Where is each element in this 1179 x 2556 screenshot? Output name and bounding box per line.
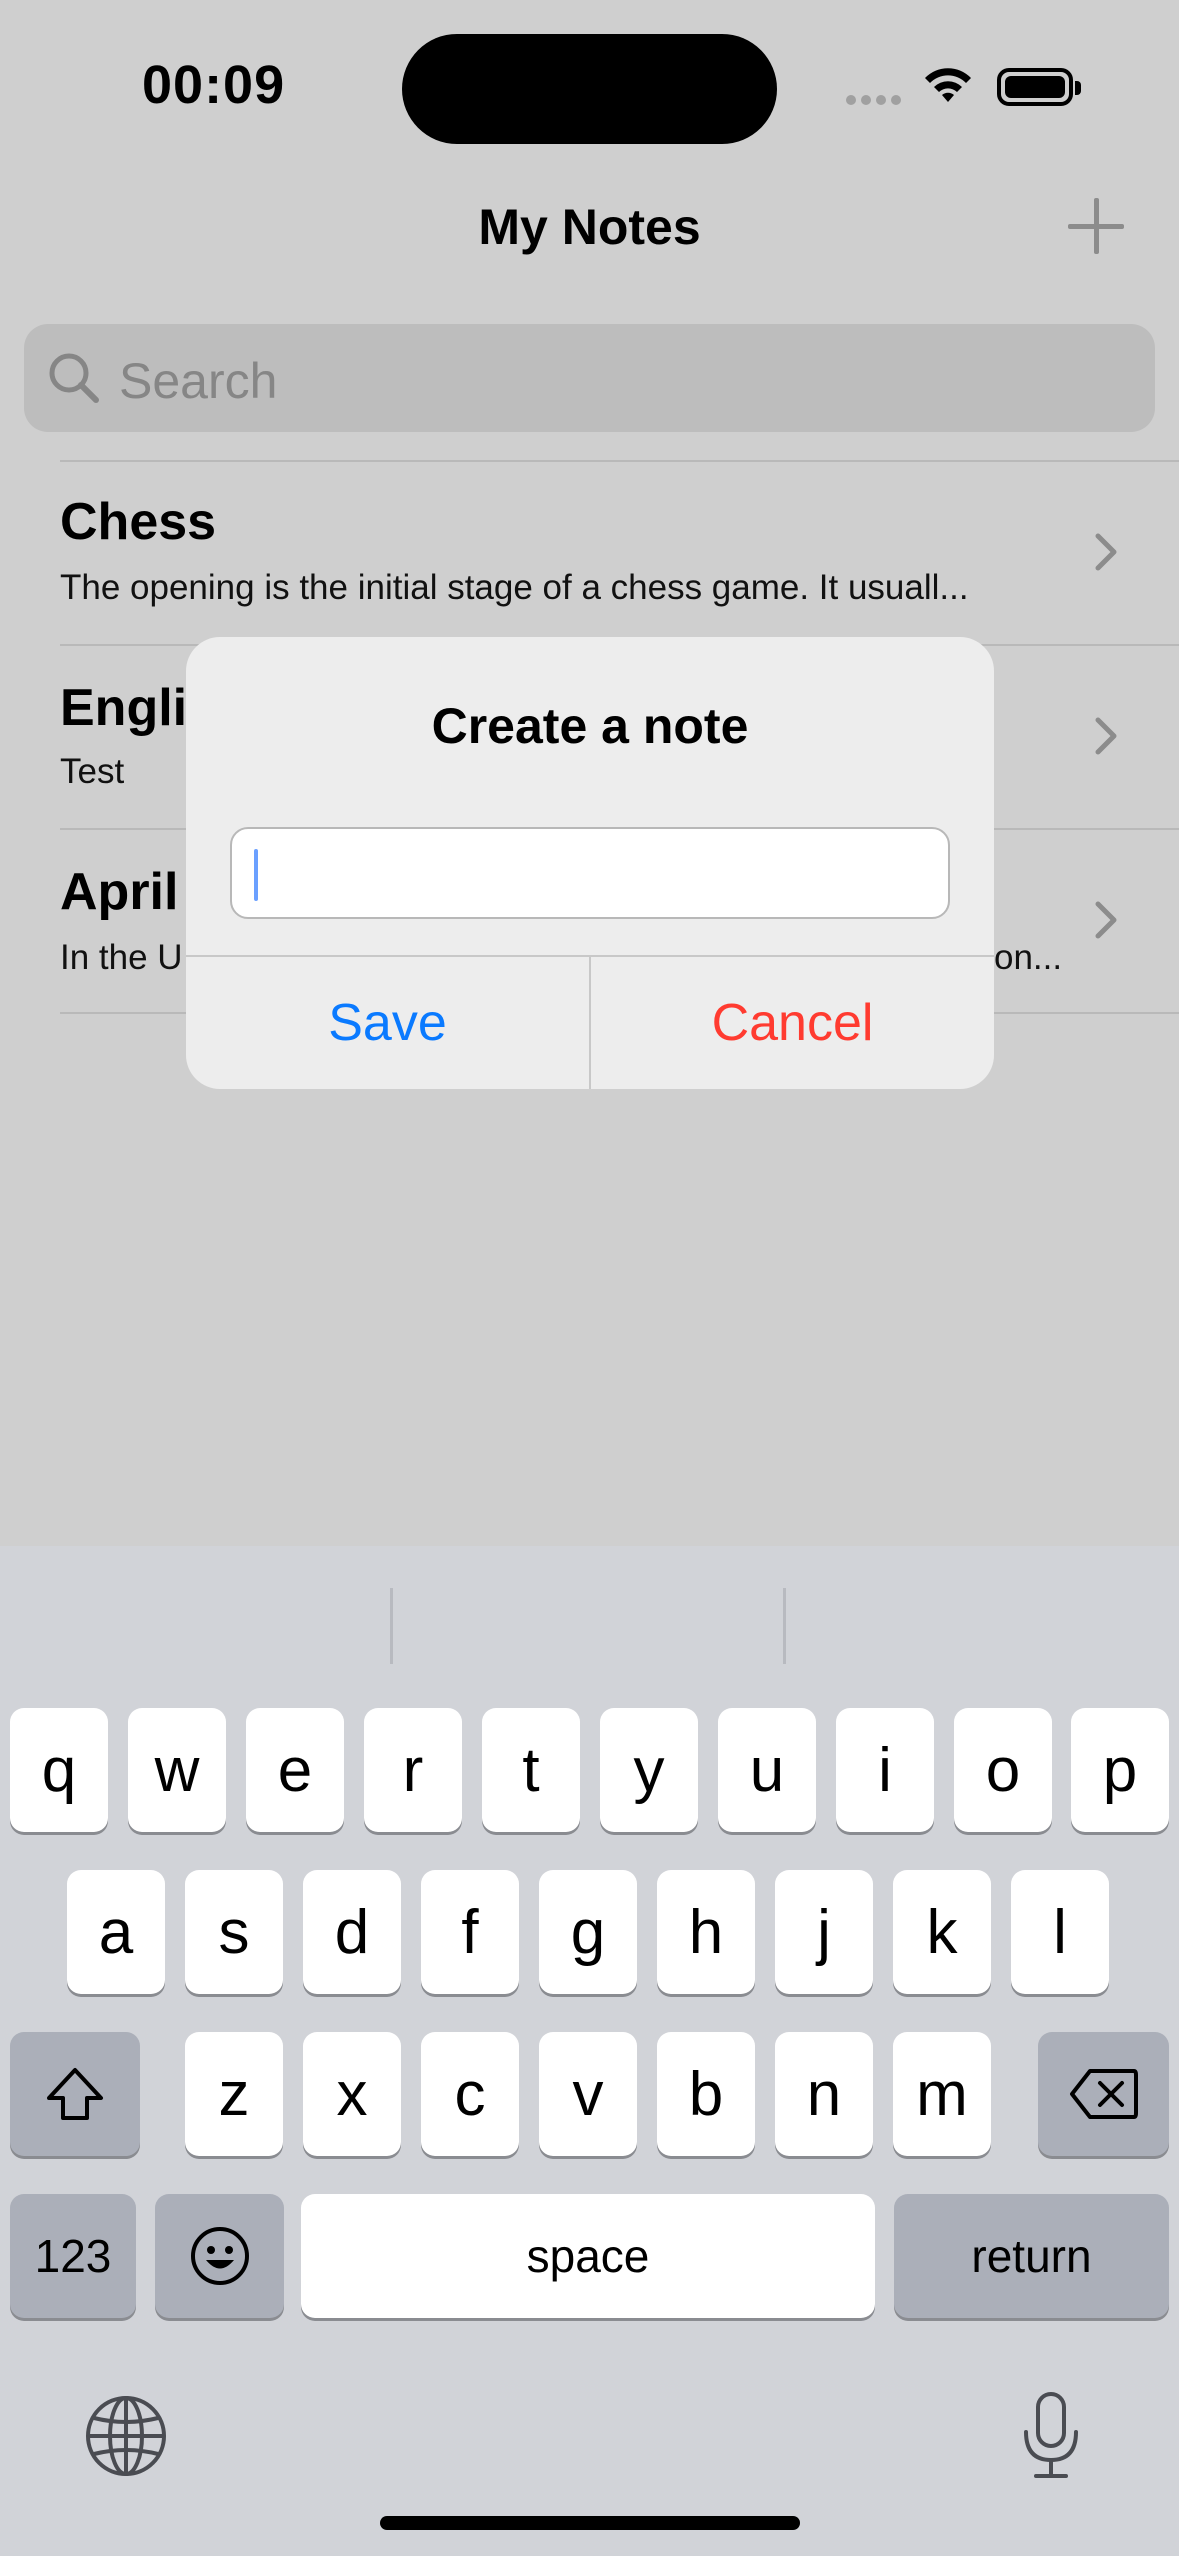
dialog-title: Create a note <box>431 698 749 754</box>
save-button[interactable]: Save <box>186 957 589 1089</box>
note-subtitle: Test <box>60 752 125 791</box>
key-p[interactable]: p <box>1071 1708 1169 1832</box>
note-subtitle: The opening is the initial stage of a ch… <box>60 568 969 607</box>
list-item[interactable]: Chess The opening is the initial stage o… <box>0 462 1179 644</box>
note-title: Chess <box>60 493 217 551</box>
dynamic-island <box>402 34 777 144</box>
key-j[interactable]: j <box>775 1870 873 1994</box>
status-time: 00:09 <box>142 55 286 115</box>
key-s[interactable]: s <box>185 1870 283 1994</box>
wifi-icon <box>922 66 974 111</box>
key-f[interactable]: f <box>421 1870 519 1994</box>
key-c[interactable]: c <box>421 2032 519 2156</box>
delete-key[interactable] <box>1038 2032 1169 2156</box>
key-a[interactable]: a <box>67 1870 165 1994</box>
emoji-icon <box>190 2227 249 2285</box>
key-i[interactable]: i <box>836 1708 934 1832</box>
suggestion-divider <box>783 1588 786 1664</box>
keyboard: q w e r t y u i o p a s d f g h j k l z … <box>0 1546 1179 2556</box>
key-z[interactable]: z <box>185 2032 283 2156</box>
chevron-right-icon <box>1095 901 1117 939</box>
key-b[interactable]: b <box>657 2032 755 2156</box>
note-name-input[interactable] <box>230 827 950 919</box>
chevron-right-icon <box>1095 533 1117 571</box>
key-d[interactable]: d <box>303 1870 401 1994</box>
backspace-icon <box>1069 2069 1138 2119</box>
search-placeholder: Search <box>119 353 278 409</box>
numbers-key[interactable]: 123 <box>10 2194 136 2318</box>
key-e[interactable]: e <box>246 1708 344 1832</box>
key-v[interactable]: v <box>539 2032 637 2156</box>
space-key[interactable]: space <box>301 2194 875 2318</box>
key-m[interactable]: m <box>893 2032 991 2156</box>
suggestion-divider <box>390 1588 393 1664</box>
cellular-signal-icon <box>846 92 906 110</box>
key-w[interactable]: w <box>128 1708 226 1832</box>
chevron-right-icon <box>1095 717 1117 755</box>
text-cursor <box>254 849 258 901</box>
key-h[interactable]: h <box>657 1870 755 1994</box>
key-t[interactable]: t <box>482 1708 580 1832</box>
home-indicator <box>380 2516 800 2530</box>
return-key[interactable]: return <box>894 2194 1169 2318</box>
key-r[interactable]: r <box>364 1708 462 1832</box>
note-subtitle: In the U <box>60 938 183 977</box>
note-title: Engli <box>60 679 188 737</box>
key-q[interactable]: q <box>10 1708 108 1832</box>
shift-key[interactable] <box>10 2032 140 2156</box>
note-title: April <box>60 863 179 921</box>
note-subtitle-tail: on... <box>994 938 1063 977</box>
plus-icon[interactable] <box>1068 198 1124 254</box>
key-n[interactable]: n <box>775 2032 873 2156</box>
cancel-button[interactable]: Cancel <box>591 957 994 1089</box>
battery-icon <box>997 68 1081 106</box>
key-u[interactable]: u <box>718 1708 816 1832</box>
shift-icon <box>47 2068 103 2120</box>
key-x[interactable]: x <box>303 2032 401 2156</box>
search-icon <box>49 353 99 403</box>
page-title: My Notes <box>478 199 701 255</box>
emoji-key[interactable] <box>155 2194 284 2318</box>
key-k[interactable]: k <box>893 1870 991 1994</box>
search-field[interactable]: Search <box>24 324 1155 432</box>
key-y[interactable]: y <box>600 1708 698 1832</box>
globe-icon[interactable] <box>84 2394 168 2478</box>
microphone-icon[interactable] <box>1018 2390 1084 2482</box>
create-note-dialog: Create a note Save Cancel <box>186 637 994 1089</box>
key-g[interactable]: g <box>539 1870 637 1994</box>
key-l[interactable]: l <box>1011 1870 1109 1994</box>
key-o[interactable]: o <box>954 1708 1052 1832</box>
